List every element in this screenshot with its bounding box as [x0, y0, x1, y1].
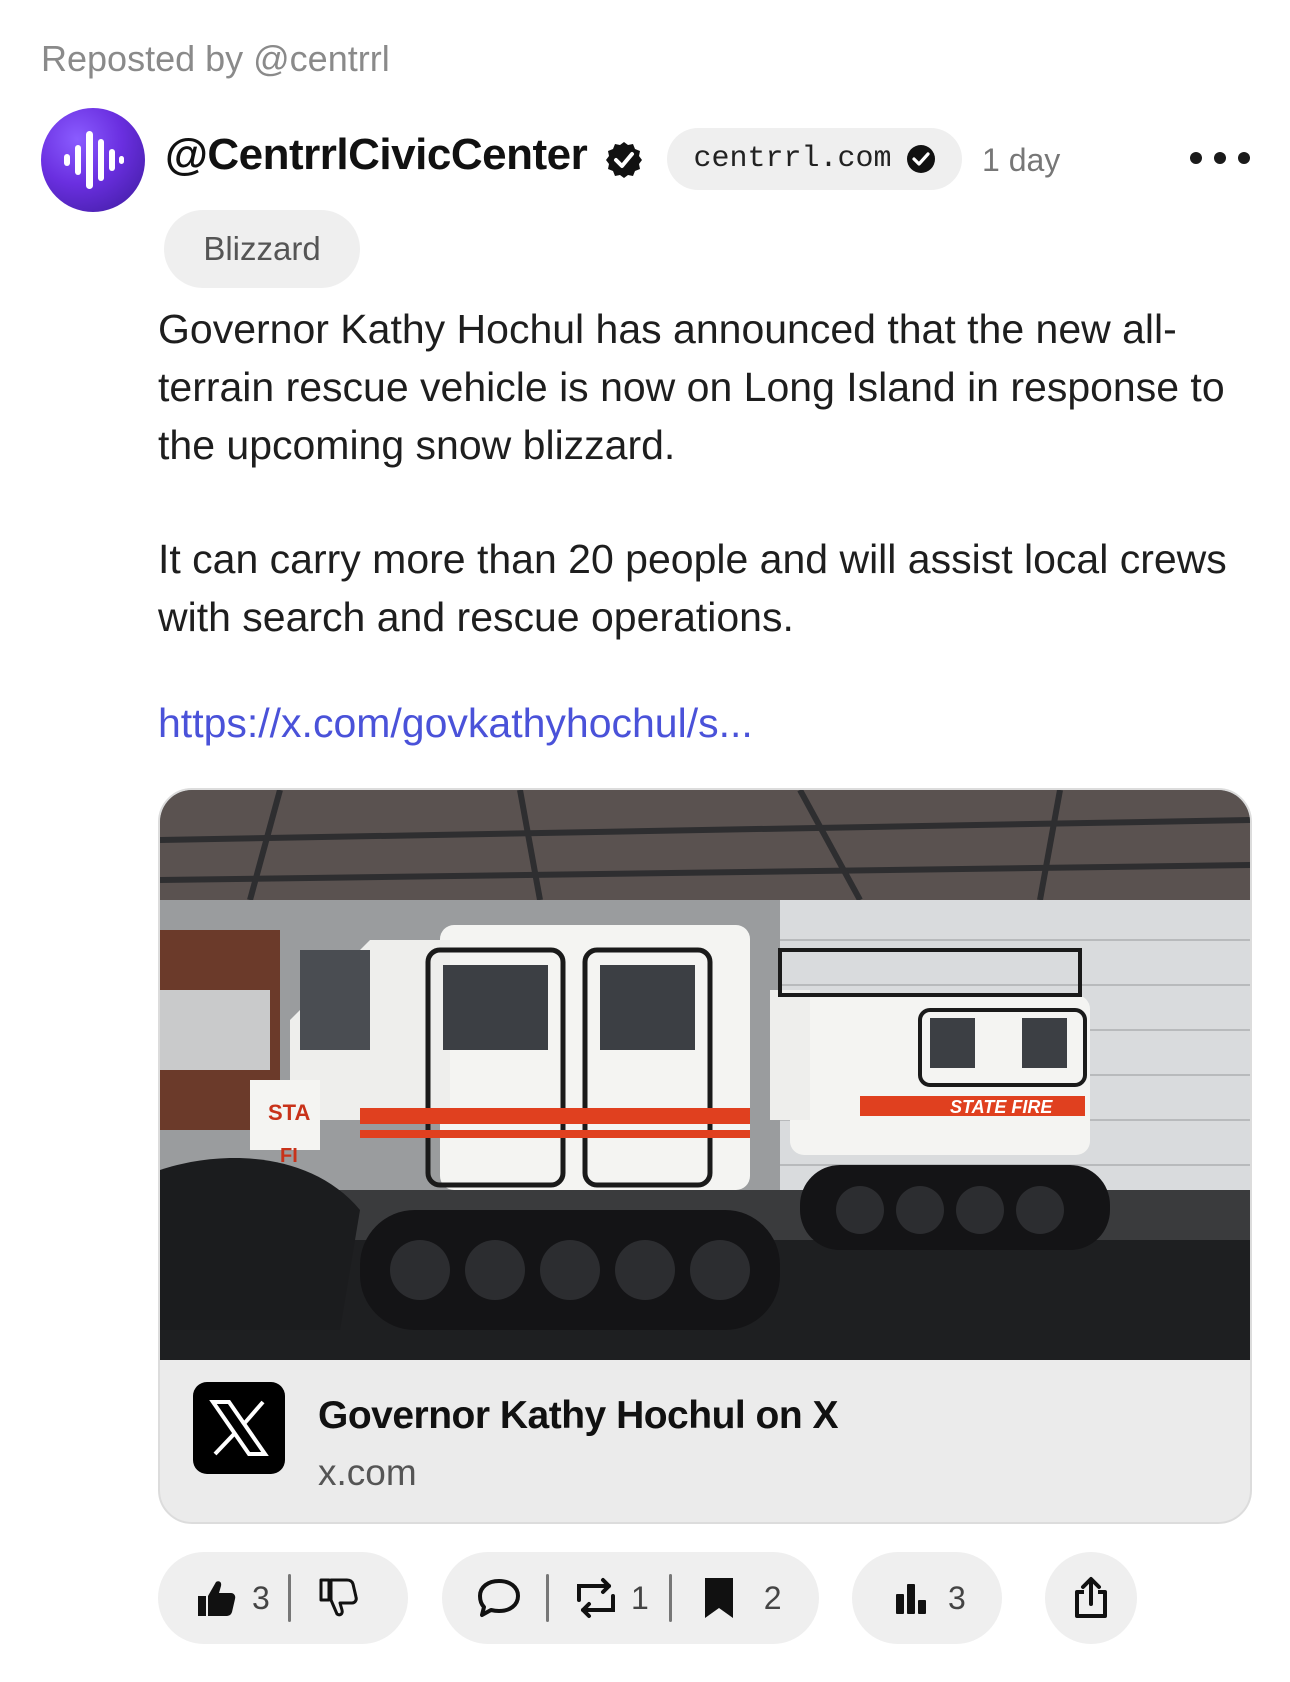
- divider: [546, 1574, 549, 1622]
- topic-tag[interactable]: Blizzard: [164, 210, 360, 288]
- repost-button[interactable]: [571, 1576, 621, 1620]
- vehicle-label-state-fire: STATE FIRE: [950, 1097, 1053, 1117]
- bookmark-icon: [704, 1578, 733, 1618]
- views-button[interactable]: [894, 1580, 930, 1616]
- more-options-button[interactable]: [1190, 140, 1250, 176]
- dot-icon: [1190, 152, 1202, 164]
- bookmark-button[interactable]: [702, 1576, 736, 1620]
- post-paragraph: Governor Kathy Hochul has announced that…: [158, 306, 1225, 468]
- divider: [668, 1574, 672, 1622]
- domain-text: centrrl.com: [693, 142, 892, 176]
- vote-pill: 3: [158, 1552, 408, 1644]
- domain-badge[interactable]: centrrl.com: [667, 128, 962, 190]
- share-icon: [1075, 1577, 1107, 1618]
- engagement-pill: 1 2: [442, 1552, 819, 1644]
- divider: [287, 1574, 291, 1622]
- dislike-button[interactable]: [315, 1576, 359, 1620]
- link-preview-card[interactable]: STA FI STATE FIRE Governor Kathy Hochul …: [158, 788, 1252, 1524]
- vehicle-label-sta: STA: [268, 1100, 310, 1125]
- like-count: 3: [252, 1579, 270, 1616]
- verified-badge-icon: [606, 142, 642, 178]
- repost-arrows-icon: [577, 1578, 615, 1618]
- post-timestamp: 1 day: [982, 142, 1061, 178]
- dot-icon: [1214, 152, 1226, 164]
- rescue-vehicle-image: STA FI STATE FIRE: [160, 790, 1250, 1360]
- card-domain: x.com: [318, 1452, 417, 1493]
- author-handle[interactable]: @CentrrlCivicCenter: [165, 130, 588, 180]
- sound-wave-icon: [64, 131, 124, 189]
- thumbs-up-icon: [198, 1581, 236, 1616]
- post-body: Governor Kathy Hochul has announced that…: [158, 300, 1248, 702]
- repost-label: Reposted by @centrrl: [41, 38, 390, 79]
- view-count: 3: [948, 1579, 966, 1616]
- views-pill[interactable]: 3: [852, 1552, 1002, 1644]
- x-logo-icon: [193, 1382, 285, 1474]
- avatar[interactable]: [41, 108, 145, 212]
- comment-button[interactable]: [476, 1577, 522, 1619]
- bar-chart-icon: [896, 1584, 926, 1614]
- thumbs-down-icon: [319, 1578, 358, 1617]
- post-link[interactable]: https://x.com/govkathyhochul/s...: [158, 700, 753, 747]
- verified-check-icon: [906, 145, 935, 173]
- like-button[interactable]: [194, 1576, 238, 1620]
- comment-bubble-icon: [478, 1579, 520, 1617]
- dot-icon: [1238, 152, 1250, 164]
- bookmark-count: 2: [763, 1579, 782, 1616]
- repost-count: 1: [631, 1579, 649, 1616]
- post-paragraph: It can carry more than 20 people and wil…: [158, 536, 1227, 640]
- card-title: Governor Kathy Hochul on X: [318, 1394, 839, 1437]
- share-button[interactable]: [1045, 1552, 1137, 1644]
